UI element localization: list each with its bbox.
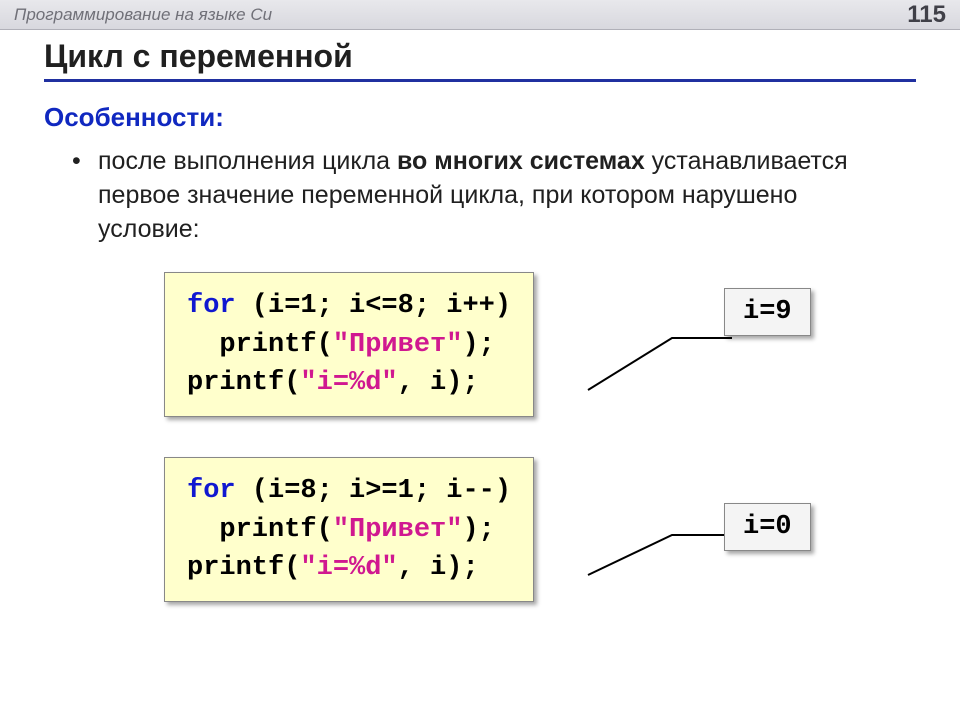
- page-title: Цикл с переменной: [44, 38, 916, 82]
- callout-line: [582, 316, 742, 396]
- code-indent: printf(: [187, 330, 333, 360]
- callout-line: [582, 521, 742, 581]
- bullet-text-bold: во многих системах: [397, 147, 645, 175]
- code-cond: (i=1; i<=8; i++): [236, 291, 511, 321]
- code-box: for (i=8; i>=1; i--) printf("Привет"); p…: [164, 457, 534, 602]
- result-box: i=9: [724, 288, 811, 336]
- bullet-item: после выполнения цикла во многих система…: [98, 145, 878, 246]
- string-literal: "i=%d": [300, 553, 397, 583]
- string-literal: "i=%d": [300, 368, 397, 398]
- code-frag: , i);: [398, 368, 479, 398]
- code-frag: printf(: [187, 368, 300, 398]
- result-box: i=0: [724, 503, 811, 551]
- keyword-for: for: [187, 291, 236, 321]
- page-number: 115: [907, 1, 946, 29]
- header-bar: Программирование на языке Си 115: [0, 0, 960, 30]
- string-literal: "Привет": [333, 515, 463, 545]
- section-heading: Особенности:: [44, 102, 916, 133]
- breadcrumb: Программирование на языке Си: [14, 5, 272, 25]
- code-frag: , i);: [398, 553, 479, 583]
- code-indent: printf(: [187, 515, 333, 545]
- slide-content: Цикл с переменной Особенности: после вып…: [0, 30, 960, 602]
- code-frag: );: [462, 330, 494, 360]
- code-cond: (i=8; i>=1; i--): [236, 476, 511, 506]
- string-literal: "Привет": [333, 330, 463, 360]
- code-example-1: for (i=1; i<=8; i++) printf("Привет"); p…: [164, 272, 916, 417]
- code-example-2: for (i=8; i>=1; i--) printf("Привет"); p…: [164, 457, 916, 602]
- code-frag: printf(: [187, 553, 300, 583]
- bullet-text-pre: после выполнения цикла: [98, 147, 397, 175]
- code-frag: );: [462, 515, 494, 545]
- keyword-for: for: [187, 476, 236, 506]
- code-box: for (i=1; i<=8; i++) printf("Привет"); p…: [164, 272, 534, 417]
